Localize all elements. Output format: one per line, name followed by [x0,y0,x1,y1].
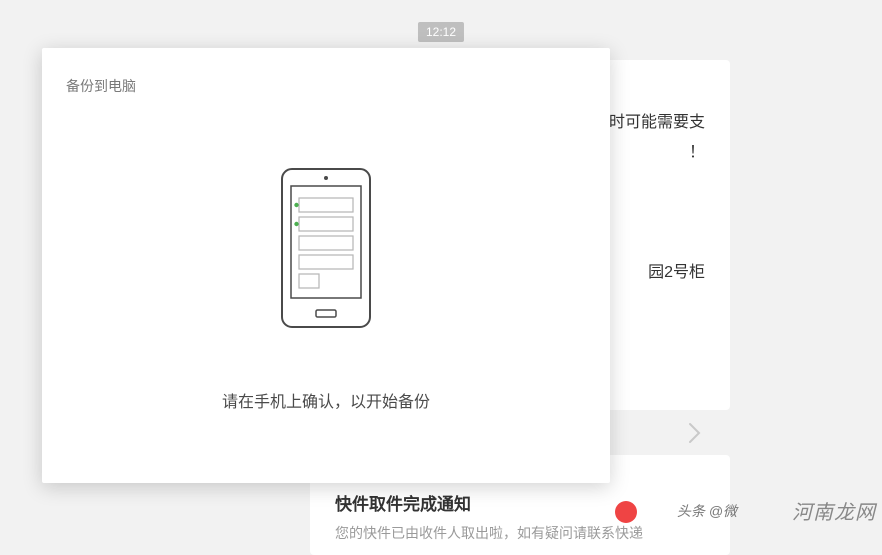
modal-title: 备份到电脑 [66,76,136,96]
pickup-title: 快件取件完成通知 [335,490,705,515]
bg-text-fragment: 园2号柜 [648,258,705,288]
watermark-attribution: 头条 @微 [677,501,737,521]
bg-text-fragment: ！ [689,138,705,168]
pickup-subtitle: 您的快件已由收件人取出啦，如有疑问请联系快递 [335,523,705,543]
time-badge: 12:12 [418,22,464,42]
watermark-site: 河南龙网 [792,496,876,525]
chevron-right-icon[interactable] [688,422,702,455]
phone-illustration-icon [281,168,371,333]
modal-instruction: 请在手机上确认，以开始备份 [42,388,610,412]
bg-text-fragment: 时可能需要支 [609,108,705,138]
watermark-avatar-icon [615,501,637,523]
backup-modal: 备份到电脑 请在手机上确认，以开始备份 [42,48,610,483]
